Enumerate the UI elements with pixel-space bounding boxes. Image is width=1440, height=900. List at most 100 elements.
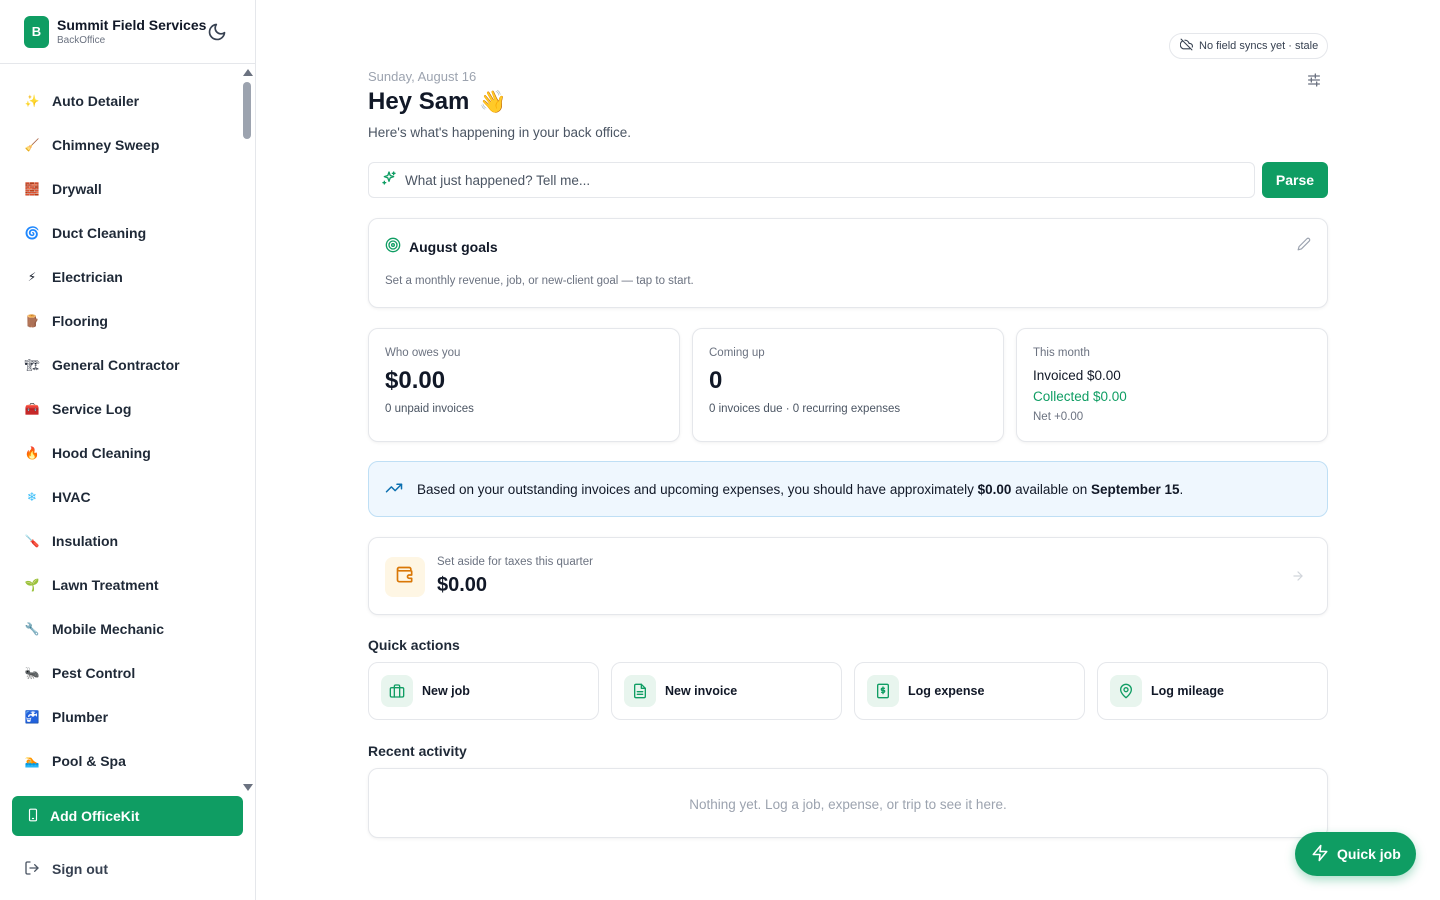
sidebar-item-service-log[interactable]: 🧰 Service Log — [12, 389, 241, 429]
sidebar-item-drywall[interactable]: 🧱 Drywall — [12, 169, 241, 209]
sidebar: B Summit Field Services BackOffice ✨ Aut… — [0, 0, 256, 900]
sidebar-item-flooring[interactable]: 🪵 Flooring — [12, 301, 241, 341]
faucet-icon: 🚰 — [24, 710, 40, 724]
recent-activity-heading: Recent activity — [368, 743, 467, 759]
toolbox-icon: 🧰 — [24, 402, 40, 416]
log-expense-button[interactable]: Log expense — [854, 662, 1085, 720]
ant-icon: 🐜 — [24, 666, 40, 680]
log-expense-label: Log expense — [908, 684, 985, 698]
recent-empty-state: Nothing yet. Log a job, expense, or trip… — [689, 797, 1007, 812]
ask-input[interactable] — [405, 172, 1225, 188]
stat-label: This month — [1033, 347, 1090, 359]
add-officekit-label: Add OfficeKit — [50, 808, 140, 824]
net-amount: Net +0.00 — [1033, 411, 1084, 423]
coming-up-card[interactable]: Coming up 0 0 invoices due · 0 recurring… — [692, 328, 1004, 442]
ask-field[interactable] — [368, 162, 1255, 198]
stat-subtext: 0 unpaid invoices — [385, 403, 474, 415]
add-officekit-button[interactable]: Add OfficeKit — [12, 796, 243, 836]
who-owes-you-card[interactable]: Who owes you $0.00 0 unpaid invoices — [368, 328, 680, 442]
sidebar-item-label: Chimney Sweep — [52, 137, 160, 153]
sync-status-badge[interactable]: No field syncs yet · stale — [1169, 33, 1328, 59]
zap-icon — [1311, 844, 1329, 865]
sidebar-item-chimney-sweep[interactable]: 🧹 Chimney Sweep — [12, 125, 241, 165]
trending-up-icon — [385, 479, 403, 500]
sidebar-item-general-contractor[interactable]: 🏗 General Contractor — [12, 345, 241, 385]
wallet-icon — [395, 565, 415, 590]
wrench-icon: 🔧 — [24, 622, 40, 636]
pencil-icon[interactable] — [1297, 237, 1311, 251]
sidebar-scrollbar[interactable] — [241, 64, 254, 796]
tax-set-aside-card[interactable]: Set aside for taxes this quarter $0.00 — [368, 537, 1328, 615]
target-icon — [385, 237, 401, 256]
forecast-amount: $0.00 — [977, 481, 1012, 497]
moon-icon[interactable] — [207, 22, 227, 42]
sliders-icon[interactable] — [1306, 72, 1322, 88]
sidebar-item-label: Electrician — [52, 269, 123, 285]
sidebar-item-hood-cleaning[interactable]: 🔥 Hood Cleaning — [12, 433, 241, 473]
main-content: No field syncs yet · stale Sunday, Augus… — [256, 0, 1440, 900]
sidebar-item-pool-spa[interactable]: 🏊 Pool & Spa — [12, 741, 241, 781]
cashflow-forecast: Based on your outstanding invoices and u… — [368, 461, 1328, 517]
new-invoice-button[interactable]: New invoice — [611, 662, 842, 720]
goals-title: August goals — [409, 238, 498, 255]
sidebar-item-label: Drywall — [52, 181, 102, 197]
goals-hint: Set a monthly revenue, job, or new-clien… — [385, 275, 694, 287]
sign-out-label: Sign out — [52, 861, 108, 877]
arrow-right-icon — [1291, 569, 1305, 583]
stat-label: Coming up — [709, 347, 765, 359]
snowflake-icon: ❄ — [26, 490, 38, 504]
sidebar-item-insulation[interactable]: 🪛 Insulation — [12, 521, 241, 561]
sidebar-item-label: Service Log — [52, 401, 132, 417]
sidebar-item-label: Insulation — [52, 533, 119, 549]
sparkle-icon — [381, 170, 397, 191]
sign-out-button[interactable]: Sign out — [12, 850, 243, 888]
quick-job-button[interactable]: Quick job — [1295, 832, 1416, 876]
sidebar-item-mobile-mechanic[interactable]: 🔧 Mobile Mechanic — [12, 609, 241, 649]
sidebar-item-pest-control[interactable]: 🐜 Pest Control — [12, 653, 241, 693]
tax-icon-tile — [385, 557, 425, 597]
stat-label: Who owes you — [385, 347, 461, 359]
greeting-text: Hey Sam — [368, 88, 470, 115]
scroll-up-arrow-icon[interactable] — [243, 69, 253, 76]
phone-icon — [26, 807, 40, 826]
fire-icon: 🔥 — [24, 446, 40, 460]
sparkles-icon: ✨ — [24, 94, 40, 108]
briefcase-icon — [381, 675, 413, 707]
swimmer-icon: 🏊 — [24, 754, 40, 768]
scroll-down-arrow-icon[interactable] — [243, 784, 253, 791]
map-pin-icon — [1110, 675, 1142, 707]
broom-icon: 🧹 — [24, 138, 40, 152]
sidebar-item-duct-cleaning[interactable]: 🌀 Duct Cleaning — [12, 213, 241, 253]
lightning-icon: ⚡ — [27, 270, 37, 284]
sidebar-item-hvac[interactable]: ❄ HVAC — [12, 477, 241, 517]
sidebar-item-label: General Contractor — [52, 357, 180, 373]
sidebar-item-label: Duct Cleaning — [52, 225, 147, 241]
tax-label: Set aside for taxes this quarter — [437, 556, 593, 568]
log-out-icon — [24, 860, 40, 879]
sidebar-item-plumber[interactable]: 🚰 Plumber — [12, 697, 241, 737]
log-mileage-button[interactable]: Log mileage — [1097, 662, 1328, 720]
page-subtitle: Here's what's happening in your back off… — [368, 125, 632, 140]
sidebar-item-auto-detailer[interactable]: ✨ Auto Detailer — [12, 81, 241, 121]
sidebar-item-lawn-treatment[interactable]: 🌱 Lawn Treatment — [12, 565, 241, 605]
recent-activity-card: Nothing yet. Log a job, expense, or trip… — [368, 768, 1328, 838]
collected-amount: Collected $0.00 — [1033, 389, 1127, 404]
sidebar-item-electrician[interactable]: ⚡ Electrician — [12, 257, 241, 297]
this-month-card[interactable]: This month Invoiced $0.00 Collected $0.0… — [1016, 328, 1328, 442]
forecast-date: September 15 — [1090, 481, 1180, 497]
sidebar-item-label: Mobile Mechanic — [52, 621, 165, 637]
sidebar-item-label: Flooring — [52, 313, 108, 329]
goals-card[interactable]: August goals Set a monthly revenue, job,… — [368, 218, 1328, 308]
scroll-thumb[interactable] — [243, 82, 251, 139]
forecast-middle: available on — [1011, 481, 1091, 497]
new-invoice-label: New invoice — [665, 684, 738, 698]
parse-button[interactable]: Parse — [1262, 162, 1328, 198]
sidebar-item-label: Pest Control — [52, 665, 136, 681]
stat-value: $0.00 — [385, 367, 446, 394]
new-job-button[interactable]: New job — [368, 662, 599, 720]
receipt-icon — [867, 675, 899, 707]
current-date: Sunday, August 16 — [368, 69, 477, 84]
forecast-prefix: Based on your outstanding invoices and u… — [417, 481, 978, 497]
file-text-icon — [624, 675, 656, 707]
sidebar-item-label: HVAC — [52, 489, 91, 505]
